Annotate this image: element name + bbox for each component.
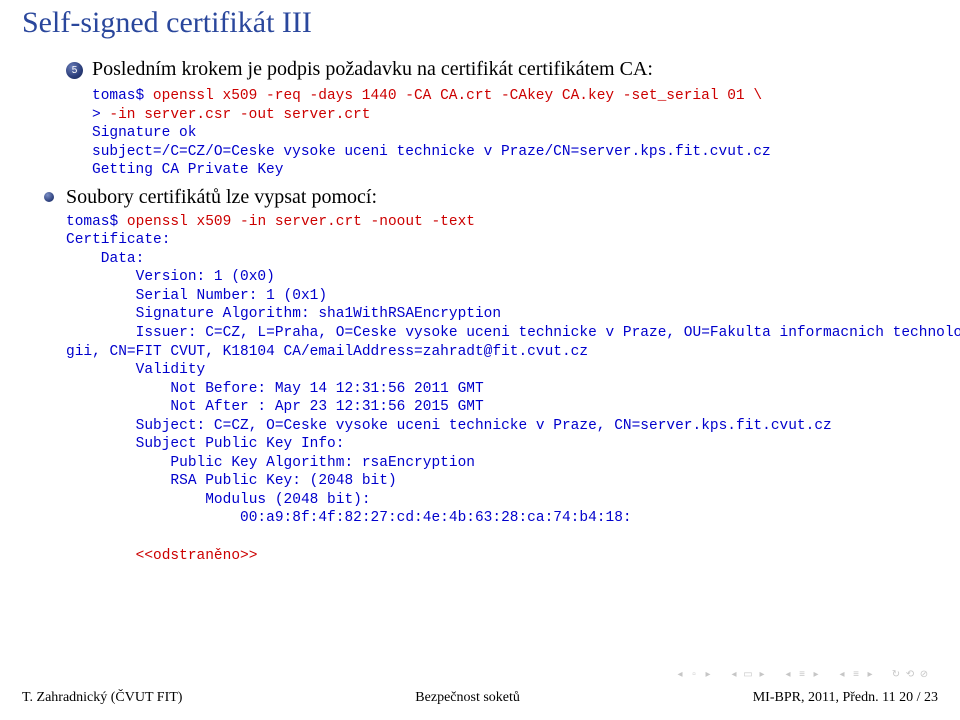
nav-search-icon: ⟲ <box>904 668 916 680</box>
bullet-icon <box>44 192 54 202</box>
nav-undo-icon: ↻ <box>890 668 902 680</box>
nav-undo-group[interactable]: ↻ ⟲ ⊘ <box>890 668 930 680</box>
prompt: tomas$ <box>66 214 127 230</box>
out: Data: <box>66 251 144 267</box>
bullet-text: Soubory certifikátů lze vypsat pomocí: <box>66 186 938 209</box>
step-text: Posledním krokem je podpis požadavku na … <box>92 58 938 81</box>
bullet-item: Soubory certifikátů lze vypsat pomocí: <box>44 186 938 209</box>
out: 00:a9:8f:4f:82:27:cd:4e:4b:63:28:ca:74:b… <box>66 510 632 526</box>
cmd: openssl x509 -req -days 1440 -CA CA.crt … <box>153 88 762 104</box>
out: Signature ok <box>92 125 196 141</box>
nav-sub-group[interactable]: ◂ ≡ ▸ <box>782 668 822 680</box>
footer-title: Bezpečnost soketů <box>415 690 520 706</box>
footer-author: T. Zahradnický (ČVUT FIT) <box>22 690 182 706</box>
out: subject=/C=CZ/O=Ceske vysoke uceni techn… <box>92 144 771 160</box>
nav-icons: ◂ ▫ ▸ ◂ ▭ ▸ ◂ ≡ ▸ ◂ ≡ ▸ ↻ ⟲ ⊘ <box>674 668 930 680</box>
out: Subject Public Key Info: <box>66 436 344 452</box>
out: Version: 1 (0x0) <box>66 269 275 285</box>
slide-title: Self-signed certifikát III <box>22 6 938 40</box>
nav-section-group[interactable]: ◂ ▭ ▸ <box>728 668 768 680</box>
out: Validity <box>66 362 205 378</box>
cmd: openssl x509 -in server.crt -noout -text <box>127 214 475 230</box>
out: Serial Number: 1 (0x1) <box>66 288 327 304</box>
nav-left-icon: ◂ <box>782 668 794 680</box>
out: gii, CN=FIT CVUT, K18104 CA/emailAddress… <box>66 344 588 360</box>
nav-prev-icon: ◂ <box>728 668 740 680</box>
nav-q-icon: ⊘ <box>918 668 930 680</box>
step-number-badge: 5 <box>66 62 83 79</box>
prompt: > <box>92 107 109 123</box>
nav-fwd-icon: ▸ <box>756 668 768 680</box>
nav-frame-icon: ▭ <box>742 668 754 680</box>
terminal-block-2: tomas$ openssl x509 -in server.crt -noou… <box>66 213 938 565</box>
out: Subject: C=CZ, O=Ceske vysoke uceni tech… <box>66 418 832 434</box>
slide: Self-signed certifikát III 5 Posledním k… <box>0 0 960 720</box>
nav-r2-icon: ▸ <box>864 668 876 680</box>
cmd: -in server.csr -out server.crt <box>109 107 370 123</box>
nav-lines2-icon: ≡ <box>850 668 862 680</box>
nav-slide-group[interactable]: ◂ ≡ ▸ <box>836 668 876 680</box>
nav-box-icon: ▫ <box>688 668 700 680</box>
nav-right-icon: ▸ <box>810 668 822 680</box>
footer-pager: MI-BPR, 2011, Předn. 11 20 / 23 <box>753 690 938 706</box>
footer: T. Zahradnický (ČVUT FIT) Bezpečnost sok… <box>22 690 938 706</box>
nav-l2-icon: ◂ <box>836 668 848 680</box>
slide-content: 5 Posledním krokem je podpis požadavku n… <box>22 58 938 565</box>
out: Getting CA Private Key <box>92 162 283 178</box>
out: RSA Public Key: (2048 bit) <box>66 473 397 489</box>
nav-first-group[interactable]: ◂ ▫ ▸ <box>674 668 714 680</box>
nav-lines-icon: ≡ <box>796 668 808 680</box>
nav-next-icon: ▸ <box>702 668 714 680</box>
nav-first-icon: ◂ <box>674 668 686 680</box>
out: Signature Algorithm: sha1WithRSAEncrypti… <box>66 306 501 322</box>
out: Certificate: <box>66 232 170 248</box>
out: Public Key Algorithm: rsaEncryption <box>66 455 475 471</box>
out: Issuer: C=CZ, L=Praha, O=Ceske vysoke uc… <box>66 325 960 341</box>
step-5: 5 Posledním krokem je podpis požadavku n… <box>66 58 938 81</box>
removed-marker: <<odstraněno>> <box>66 548 257 564</box>
terminal-block-1: tomas$ openssl x509 -req -days 1440 -CA … <box>92 87 938 180</box>
out: Modulus (2048 bit): <box>66 492 371 508</box>
prompt: tomas$ <box>92 88 153 104</box>
out: Not Before: May 14 12:31:56 2011 GMT <box>66 381 484 397</box>
out: Not After : Apr 23 12:31:56 2015 GMT <box>66 399 484 415</box>
